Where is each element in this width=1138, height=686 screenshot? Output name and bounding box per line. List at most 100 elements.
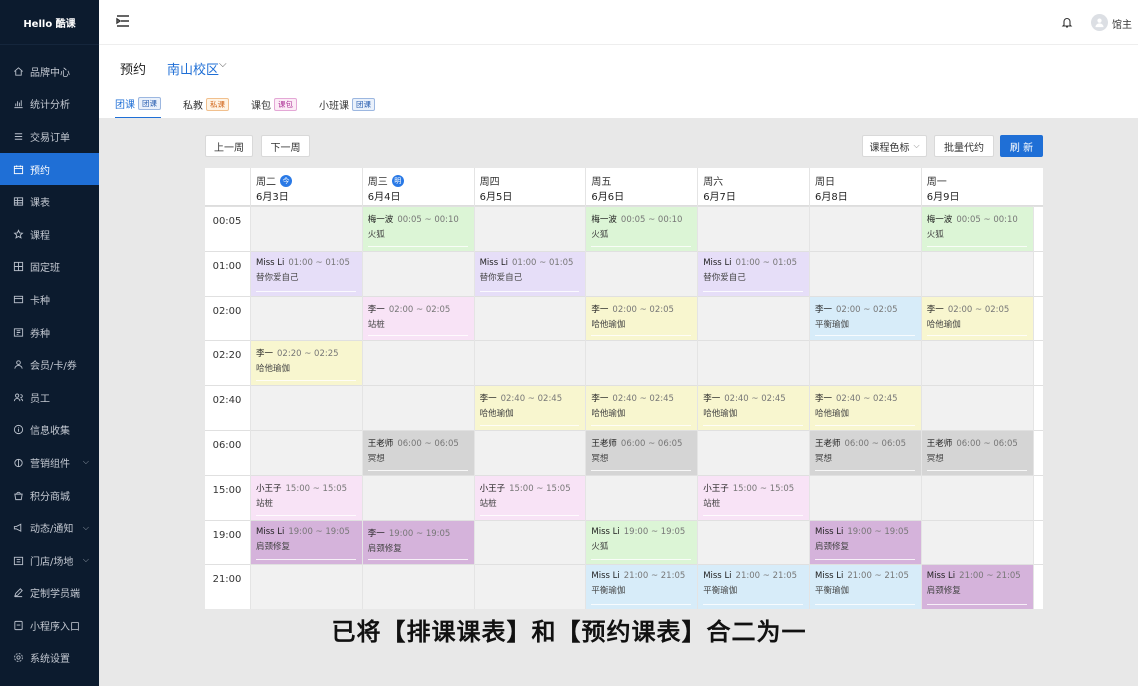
calendar-cell[interactable] — [921, 520, 1033, 565]
calendar-cell[interactable] — [810, 251, 921, 296]
calendar-cell[interactable] — [362, 475, 474, 520]
calendar-cell[interactable] — [921, 475, 1033, 520]
calendar-cell[interactable] — [474, 207, 586, 251]
calendar-cell[interactable] — [474, 520, 586, 565]
class-event[interactable]: 王老师 06:00 ~ 06:05 冥想 — [921, 431, 1033, 475]
sidebar-item[interactable]: 信息收集 — [0, 414, 99, 447]
chevron-down-icon[interactable]: ⌵ — [219, 59, 227, 70]
calendar-cell[interactable] — [810, 341, 921, 386]
calendar-cell[interactable] — [698, 431, 809, 475]
calendar-cell[interactable] — [251, 296, 362, 341]
tab[interactable]: 小班课 团课 — [319, 96, 375, 119]
class-event[interactable]: 李一 02:00 ~ 02:05 站桩 — [362, 296, 474, 341]
calendar-cell[interactable] — [474, 431, 586, 475]
calendar-cell[interactable] — [362, 251, 474, 296]
calendar-cell[interactable] — [810, 207, 921, 251]
sidebar-item[interactable]: 课表 — [0, 185, 99, 218]
class-event[interactable]: Miss Li 21:00 ~ 21:05 肩颈修复 — [921, 565, 1033, 609]
class-event[interactable]: 李一 19:00 ~ 19:05 肩颈修复 — [362, 520, 474, 565]
class-event[interactable]: 梅一波 00:05 ~ 00:10 火狐 — [586, 207, 698, 251]
calendar-cell[interactable] — [698, 207, 809, 251]
avatar[interactable] — [1091, 14, 1108, 31]
course-color-dropdown[interactable]: 课程色标 ⌵ — [862, 135, 927, 157]
bell-icon[interactable] — [1060, 15, 1074, 29]
calendar-cell[interactable] — [362, 386, 474, 430]
calendar-cell[interactable] — [251, 386, 362, 430]
class-event[interactable]: 李一 02:00 ~ 02:05 平衡瑜伽 — [810, 296, 921, 341]
calendar-cell[interactable] — [251, 431, 362, 475]
event-teacher: Miss Li — [479, 257, 508, 268]
menu-toggle-icon[interactable] — [115, 13, 131, 29]
sidebar-item[interactable]: 交易订单 — [0, 120, 99, 153]
calendar-cell[interactable] — [921, 341, 1033, 386]
calendar-cell[interactable] — [362, 565, 474, 609]
class-event[interactable]: Miss Li 21:00 ~ 21:05 平衡瑜伽 — [698, 565, 809, 609]
sidebar-item[interactable]: 品牌中心 — [0, 55, 99, 88]
event-underline — [591, 559, 692, 561]
calendar-cell[interactable] — [586, 475, 698, 520]
calendar-cell[interactable] — [698, 520, 809, 565]
sidebar-item[interactable]: 课程 — [0, 218, 99, 251]
sidebar-item[interactable]: 卡种 — [0, 283, 99, 316]
tab[interactable]: 私教 私课 — [183, 96, 229, 119]
class-event[interactable]: 梅一波 00:05 ~ 00:10 火狐 — [921, 207, 1033, 251]
calendar-cell[interactable] — [474, 565, 586, 609]
calendar-cell[interactable] — [251, 207, 362, 251]
class-event[interactable]: Miss Li 19:00 ~ 19:05 火狐 — [586, 520, 698, 565]
sidebar-item[interactable]: 员工 — [0, 381, 99, 414]
class-event[interactable]: 小王子 15:00 ~ 15:05 站桩 — [474, 475, 586, 520]
sidebar-item[interactable]: 会员/卡/券 — [0, 348, 99, 381]
class-event[interactable]: 王老师 06:00 ~ 06:05 冥想 — [810, 431, 921, 475]
sidebar-item[interactable]: 定制学员端 — [0, 577, 99, 610]
event-time: 02:20 ~ 02:25 — [277, 349, 339, 360]
event-course: 肩颈修复 — [926, 586, 961, 597]
calendar-cell[interactable] — [586, 251, 698, 296]
class-event[interactable]: 李一 02:00 ~ 02:05 哈他瑜伽 — [586, 296, 698, 341]
campus-selector[interactable]: 南山校区 — [167, 59, 219, 78]
event-time: 19:00 ~ 19:05 — [388, 528, 451, 539]
calendar-cell[interactable] — [251, 565, 362, 609]
class-event[interactable]: Miss Li 21:00 ~ 21:05 平衡瑜伽 — [810, 565, 921, 609]
sidebar-item[interactable]: 券种 — [0, 316, 99, 349]
refresh-button[interactable]: 刷 新 — [1000, 135, 1043, 157]
class-event[interactable]: 梅一波 00:05 ~ 00:10 火狐 — [362, 207, 474, 251]
calendar-cell[interactable] — [362, 341, 474, 386]
class-event[interactable]: Miss Li 01:00 ~ 01:05 替你爱自己 — [698, 251, 809, 296]
tab[interactable]: 课包 课包 — [251, 96, 297, 119]
class-event[interactable]: 王老师 06:00 ~ 06:05 冥想 — [362, 431, 474, 475]
sidebar-item[interactable]: 统计分析 — [0, 88, 99, 121]
sidebar-item[interactable]: 预约 — [0, 152, 99, 186]
class-event[interactable]: Miss Li 21:00 ~ 21:05 平衡瑜伽 — [586, 565, 698, 609]
calendar-cell[interactable] — [474, 341, 586, 386]
class-event[interactable]: 李一 02:40 ~ 02:45 哈他瑜伽 — [586, 386, 698, 430]
calendar-cell[interactable] — [698, 296, 809, 341]
sidebar-item[interactable]: 固定班 — [0, 251, 99, 284]
prev-week-button[interactable]: 上一周 — [205, 135, 253, 157]
next-week-button[interactable]: 下一周 — [261, 135, 310, 157]
class-event[interactable]: Miss Li 01:00 ~ 01:05 替你爱自己 — [474, 251, 586, 296]
tab[interactable]: 团课 团课 — [115, 96, 161, 119]
class-event[interactable]: 王老师 06:00 ~ 06:05 冥想 — [586, 431, 698, 475]
class-event[interactable]: 李一 02:40 ~ 02:45 哈他瑜伽 — [474, 386, 586, 430]
class-event[interactable]: 李一 02:20 ~ 02:25 哈他瑜伽 — [251, 341, 362, 386]
class-event[interactable]: 李一 02:40 ~ 02:45 哈他瑜伽 — [698, 386, 809, 430]
calendar-cell[interactable] — [474, 296, 586, 341]
sidebar-item[interactable]: 营销组件 ⌵ — [0, 446, 99, 479]
class-event[interactable]: 小王子 15:00 ~ 15:05 站桩 — [251, 475, 362, 520]
calendar-cell[interactable] — [921, 251, 1033, 296]
calendar-cell[interactable] — [698, 341, 809, 386]
class-event[interactable]: Miss Li 01:00 ~ 01:05 替你爱自己 — [251, 251, 362, 296]
class-event[interactable]: 李一 02:40 ~ 02:45 哈他瑜伽 — [810, 386, 921, 430]
calendar-cell[interactable] — [586, 341, 698, 386]
class-event[interactable]: Miss Li 19:00 ~ 19:05 肩颈修复 — [810, 520, 921, 565]
class-event[interactable]: Miss Li 19:00 ~ 19:05 肩颈修复 — [251, 520, 362, 565]
calendar-cell[interactable] — [810, 475, 921, 520]
calendar-cell[interactable] — [921, 386, 1033, 430]
class-event[interactable]: 小王子 15:00 ~ 15:05 站桩 — [698, 475, 809, 520]
sidebar-item[interactable]: 积分商城 — [0, 479, 99, 512]
user-name[interactable]: 馆主 — [1112, 16, 1132, 31]
batch-book-button[interactable]: 批量代约 — [934, 135, 994, 157]
sidebar-item[interactable]: 门店/场地 ⌵ — [0, 544, 99, 577]
sidebar-item[interactable]: 动态/通知 ⌵ — [0, 511, 99, 544]
class-event[interactable]: 李一 02:00 ~ 02:05 哈他瑜伽 — [921, 296, 1033, 341]
